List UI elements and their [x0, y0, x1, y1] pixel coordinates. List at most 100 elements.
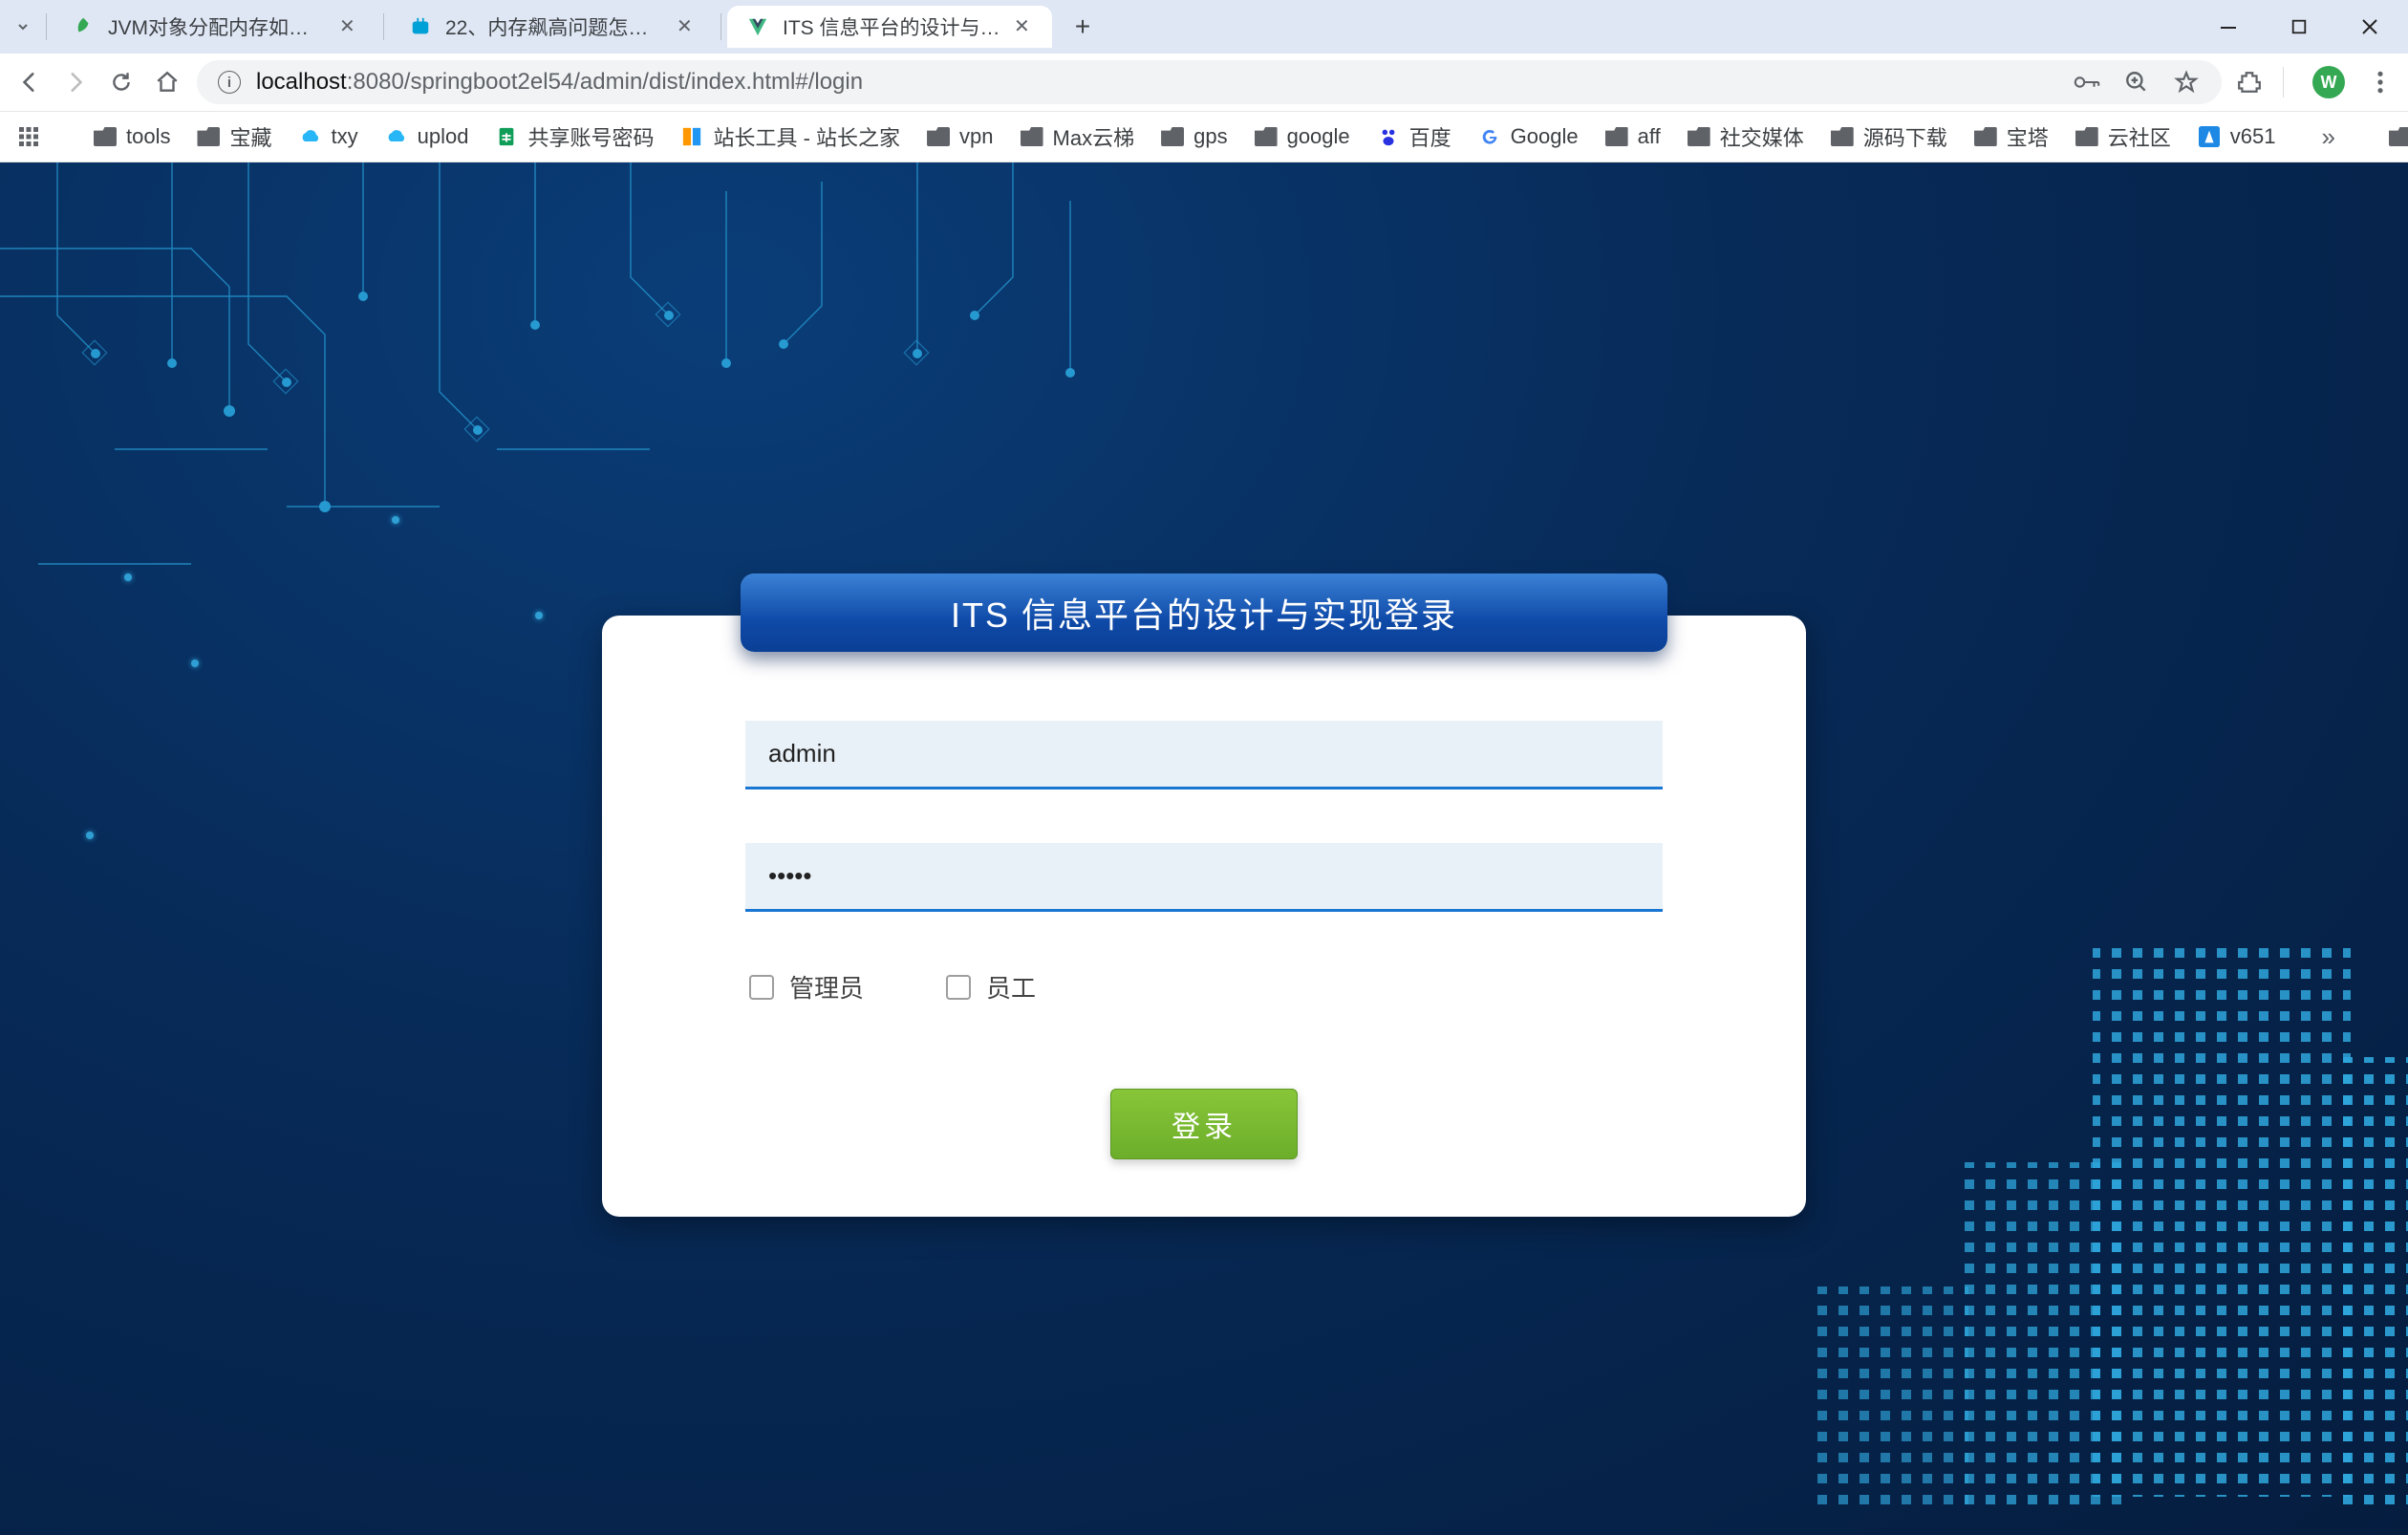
password-key-icon[interactable]: [2073, 68, 2101, 97]
login-card: 管理员 员工 登录: [602, 616, 1806, 1217]
tab-strip: JVM对象分配内存如何保证线程 ✕ 22、内存飙高问题怎么排查? ✕ ITS 信…: [11, 0, 1104, 54]
bookmark-label: 共享账号密码: [527, 121, 654, 152]
bookmark-tools[interactable]: tools: [90, 122, 174, 151]
tab-separator: [720, 13, 721, 40]
address-host: localhost: [256, 69, 347, 95]
minimize-icon[interactable]: [2215, 13, 2242, 40]
forward-icon[interactable]: [59, 66, 92, 98]
close-icon[interactable]: ✕: [339, 17, 358, 36]
bookmark-label: google: [1287, 124, 1350, 149]
tab-title: ITS 信息平台的设计与实现: [783, 12, 1000, 41]
kebab-menu-icon[interactable]: [2366, 68, 2395, 97]
browser-tab-0[interactable]: JVM对象分配内存如何保证线程 ✕: [53, 6, 377, 48]
back-icon[interactable]: [13, 66, 46, 98]
role-admin-option[interactable]: 管理员: [749, 969, 864, 1005]
bookmark-label: vpn: [959, 124, 993, 149]
bookmark-google[interactable]: Google: [1474, 122, 1582, 151]
address-bar[interactable]: i localhost:8080/springboot2el54/admin/d…: [197, 60, 2222, 104]
bookmark-gps[interactable]: gps: [1157, 122, 1231, 151]
folder-icon: [1021, 127, 1043, 146]
green-leaf-icon: [72, 15, 95, 38]
role-label: 员工: [986, 969, 1036, 1005]
bookmark-download[interactable]: 源码下载: [1827, 119, 1951, 154]
folder-icon: [1605, 127, 1628, 146]
star-icon[interactable]: [2172, 68, 2201, 97]
decor-dot: [86, 832, 94, 839]
apps-grid-icon[interactable]: [13, 123, 44, 150]
role-label: 管理员: [789, 969, 864, 1005]
bookmark-label: 宝藏: [229, 121, 271, 152]
tab-separator: [383, 13, 384, 40]
bookmark-shared-account[interactable]: 共享账号密码: [491, 119, 657, 154]
blue-square-icon: [2198, 125, 2221, 148]
folder-icon: [1255, 127, 1278, 146]
bookmark-txy[interactable]: txy: [295, 122, 362, 151]
bookmark-label: uplod: [418, 124, 469, 149]
blue-video-icon: [409, 15, 432, 38]
zoom-icon[interactable]: [2122, 68, 2151, 97]
bookmark-label: v651: [2230, 124, 2276, 149]
bookmark-label: Google: [1511, 124, 1579, 149]
folder-icon: [2075, 127, 2098, 146]
folder-icon: [927, 127, 950, 146]
folder-icon: [1831, 127, 1854, 146]
page-content: ITS 信息平台的设计与实现登录 管理员 员工 登录: [0, 162, 2408, 1535]
close-icon[interactable]: ✕: [677, 17, 696, 36]
tab-separator: [46, 13, 47, 40]
bookmarks-overflow-icon[interactable]: »: [2317, 120, 2338, 154]
address-path: :8080/springboot2el54/admin/dist/index.h…: [347, 69, 863, 95]
bookmark-cloud-community[interactable]: 云社区: [2072, 119, 2175, 154]
role-options: 管理员 员工: [745, 969, 1663, 1005]
all-bookmarks[interactable]: 所有书签: [2385, 119, 2408, 154]
folder-icon: [2389, 127, 2408, 146]
site-icon: [680, 125, 703, 148]
username-input[interactable]: [745, 721, 1663, 789]
folder-icon: [197, 127, 220, 146]
login-title: ITS 信息平台的设计与实现登录: [951, 588, 1457, 638]
bookmark-label: 站长工具 - 站长之家: [713, 121, 900, 152]
close-icon[interactable]: ✕: [1014, 17, 1033, 36]
checkbox-icon[interactable]: [946, 975, 971, 1000]
window-close-icon[interactable]: [2356, 13, 2383, 40]
profile-avatar[interactable]: W: [2312, 66, 2345, 98]
browser-tab-2[interactable]: ITS 信息平台的设计与实现 ✕: [727, 6, 1052, 48]
bookmark-uplod[interactable]: uplod: [381, 122, 473, 151]
browser-tab-1[interactable]: 22、内存飙高问题怎么排查? ✕: [390, 6, 715, 48]
site-info-icon[interactable]: i: [218, 71, 241, 94]
checkbox-icon[interactable]: [749, 975, 774, 1000]
google-icon: [1478, 125, 1501, 148]
decor-dot: [124, 573, 132, 581]
decor-dot: [392, 516, 399, 524]
bookmarks-bar: tools 宝藏 txy uplod 共享账号密码 站长工具 - 站长之家 vp…: [0, 111, 2408, 162]
bookmark-zhanzhang[interactable]: 站长工具 - 站长之家: [677, 119, 904, 154]
role-staff-option[interactable]: 员工: [946, 969, 1036, 1005]
extensions-icon[interactable]: [2235, 68, 2264, 97]
bookmark-baidu[interactable]: 百度: [1373, 119, 1455, 154]
tab-title: 22、内存飙高问题怎么排查?: [445, 12, 663, 41]
cloud-icon: [299, 125, 322, 148]
bookmark-label: 云社区: [2108, 121, 2171, 152]
password-input[interactable]: [745, 843, 1663, 912]
login-button[interactable]: 登录: [1110, 1089, 1298, 1159]
window-controls: [2215, 13, 2397, 40]
bookmark-google-folder[interactable]: google: [1251, 122, 1354, 151]
bookmark-baota[interactable]: 宝塔: [1970, 119, 2053, 154]
bookmark-label: txy: [332, 124, 358, 149]
bookmark-social[interactable]: 社交媒体: [1684, 119, 1808, 154]
bookmark-label: 社交媒体: [1720, 121, 1804, 152]
bookmark-aff[interactable]: aff: [1602, 122, 1665, 151]
bookmark-maxladder[interactable]: Max云梯: [1017, 119, 1139, 154]
tab-search-icon[interactable]: [11, 15, 34, 38]
bookmark-label: tools: [126, 124, 170, 149]
toolbar-separator: [2283, 67, 2284, 97]
bookmark-vpn[interactable]: vpn: [923, 122, 997, 151]
new-tab-button[interactable]: +: [1062, 6, 1104, 48]
reload-icon[interactable]: [105, 66, 138, 98]
folder-icon: [1974, 127, 1997, 146]
bookmark-treasure[interactable]: 宝藏: [193, 119, 275, 154]
maximize-icon[interactable]: [2286, 13, 2312, 40]
folder-icon: [1161, 127, 1184, 146]
bookmark-label: 百度: [1409, 121, 1451, 152]
bookmark-v651[interactable]: v651: [2194, 122, 2280, 151]
home-icon[interactable]: [151, 66, 183, 98]
